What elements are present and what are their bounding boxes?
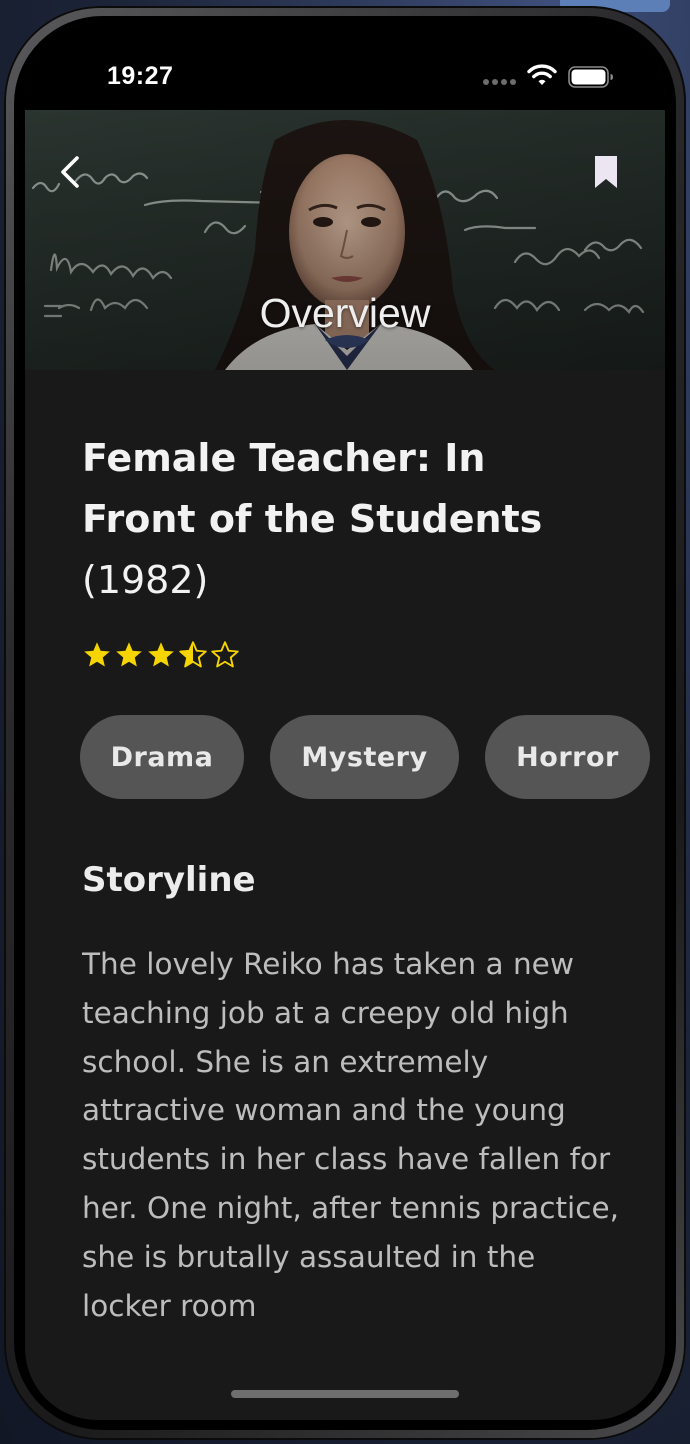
- star-half-icon: [179, 641, 207, 668]
- genre-chip-mystery[interactable]: Mystery: [270, 715, 459, 799]
- star-filled-icon: [148, 642, 174, 667]
- star-filled-icon: [84, 642, 110, 667]
- app-screen: 19:27 Overview Female Teacher: In Front …: [25, 22, 665, 1420]
- storyline-heading: Storyline: [82, 860, 256, 900]
- dynamic-island: [243, 46, 447, 106]
- wifi-icon: [527, 64, 557, 85]
- status-time: 19:27: [107, 62, 174, 90]
- star-empty-icon: [211, 641, 239, 668]
- genre-chip-horror[interactable]: Horror: [485, 715, 650, 799]
- cellular-signal-icon: [483, 79, 517, 85]
- battery-icon: [568, 66, 613, 88]
- genre-chips: Drama Mystery Horror: [80, 715, 650, 799]
- movie-title: Female Teacher: In Front of the Students…: [82, 428, 602, 611]
- bookmark-icon[interactable]: [591, 154, 621, 190]
- genre-chip-drama[interactable]: Drama: [80, 715, 244, 799]
- movie-year: (1982): [82, 558, 209, 602]
- movie-title-text: Female Teacher: In Front of the Students: [82, 436, 543, 541]
- home-indicator[interactable]: [231, 1390, 459, 1398]
- star-rating: [82, 640, 240, 670]
- star-filled-icon: [116, 642, 142, 667]
- status-bar: 19:27: [25, 22, 665, 110]
- page-title: Overview: [259, 290, 431, 336]
- chevron-left-icon[interactable]: [55, 152, 85, 192]
- storyline-text: The lovely Reiko has taken a new teachin…: [82, 947, 619, 1323]
